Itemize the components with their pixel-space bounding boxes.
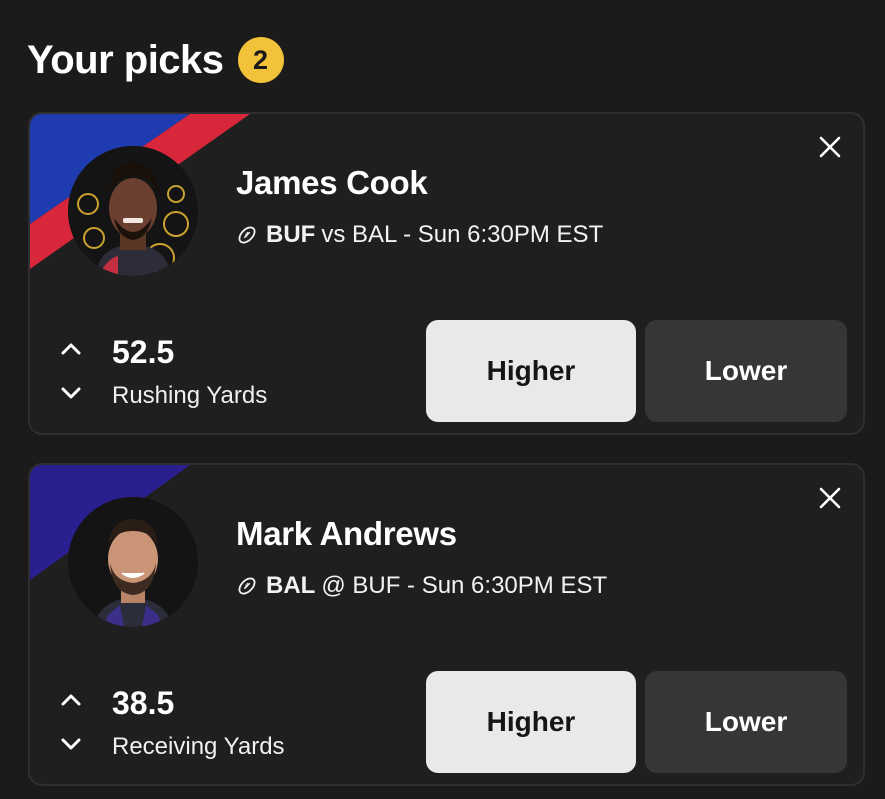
close-icon — [819, 487, 841, 509]
higher-button[interactable]: Higher — [426, 671, 636, 773]
stat-type: Receiving Yards — [112, 733, 285, 760]
football-icon — [238, 226, 256, 244]
player-team: BUF — [266, 221, 316, 248]
line-adjuster — [58, 339, 84, 405]
chevron-up-icon — [61, 343, 81, 355]
game-matchup: @ BUF - Sun 6:30PM EST — [321, 572, 608, 599]
projection-line: 52.5 — [112, 334, 175, 370]
lower-button[interactable]: Lower — [645, 671, 847, 773]
picks-panel: Your picks 2 James Cook BUF vs BAL - Sun… — [0, 0, 885, 799]
game-matchup: vs BAL - Sun 6:30PM EST — [321, 221, 604, 248]
projection-line: 38.5 — [112, 685, 175, 721]
line-up-button[interactable] — [58, 339, 84, 359]
player-name: James Cook — [236, 164, 428, 201]
remove-pick-button[interactable] — [815, 483, 845, 513]
stat-type: Rushing Yards — [112, 382, 268, 409]
picks-header: Your picks 2 — [27, 36, 284, 84]
chevron-down-icon — [61, 738, 81, 750]
remove-pick-button[interactable] — [815, 132, 845, 162]
lower-button[interactable]: Lower — [645, 320, 847, 422]
player-avatar — [68, 497, 198, 627]
pick-card: James Cook BUF vs BAL - Sun 6:30PM EST 5… — [28, 112, 865, 435]
higher-button[interactable]: Higher — [426, 320, 636, 422]
line-down-button[interactable] — [58, 734, 84, 754]
line-adjuster — [58, 690, 84, 756]
player-photo-icon — [68, 497, 198, 627]
player-photo-icon — [68, 146, 198, 276]
page-title: Your picks — [27, 38, 224, 82]
game-info: BAL @ BUF - Sun 6:30PM EST — [236, 572, 607, 600]
line-up-button[interactable] — [58, 690, 84, 710]
football-icon — [238, 577, 256, 595]
game-info: BUF vs BAL - Sun 6:30PM EST — [236, 221, 603, 249]
picks-count-badge: 2 — [237, 37, 284, 83]
chevron-up-icon — [61, 694, 81, 706]
player-avatar — [68, 146, 198, 276]
chevron-down-icon — [61, 387, 81, 399]
close-icon — [819, 136, 841, 158]
player-name: Mark Andrews — [236, 515, 457, 552]
player-team: BAL — [266, 572, 316, 599]
pick-card: Mark Andrews BAL @ BUF - Sun 6:30PM EST … — [28, 463, 865, 786]
line-down-button[interactable] — [58, 383, 84, 403]
